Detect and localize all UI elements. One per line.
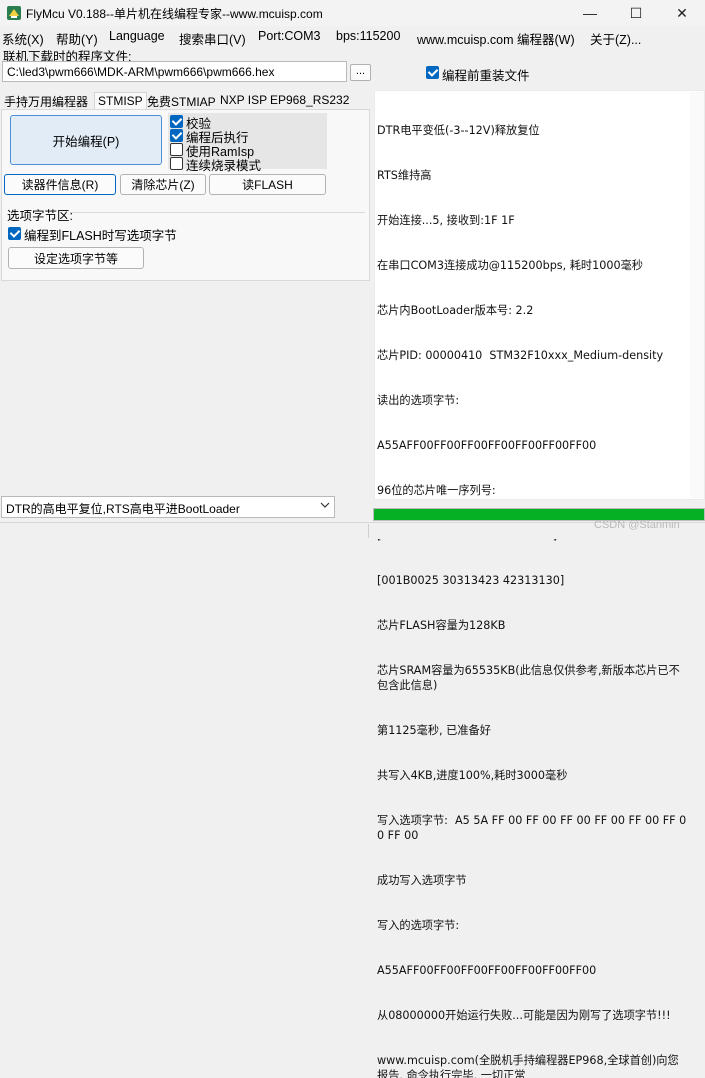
dtr-rts-mode-select[interactable]: DTR的高电平复位,RTS高电平进BootLoader <box>1 496 335 518</box>
menu-language[interactable]: Language <box>109 29 165 43</box>
menu-search-port[interactable]: 搜索串口(V) <box>179 29 246 48</box>
run-after-program-checkbox[interactable] <box>170 129 183 142</box>
log-line: 芯片FLASH容量为128KB <box>377 619 506 632</box>
log-text: DTR电平变低(-3--12V)释放复位 RTS维持高 开始连接...5, 接收… <box>377 93 687 1078</box>
use-ramisp-checkbox[interactable] <box>170 143 183 156</box>
log-line: 共写入4KB,进度100%,耗时3000毫秒 <box>377 769 568 782</box>
log-scrollbar[interactable] <box>690 92 704 498</box>
tab-nxp-isp[interactable]: NXP ISP <box>217 93 270 109</box>
browse-file-button[interactable]: ... <box>350 64 371 81</box>
write-option-bytes-label: 编程到FLASH时写选项字节 <box>24 229 177 243</box>
menu-programmer[interactable]: www.mcuisp.com 编程器(W) <box>417 29 575 48</box>
menu-bps[interactable]: bps:115200 <box>336 29 400 43</box>
log-line: [001B0025 30313423 42313130] <box>377 574 565 587</box>
set-option-bytes-button[interactable]: 设定选项字节等 <box>8 247 144 269</box>
window-title: FlyMcu V0.188--单片机在线编程专家--www.mcuisp.com <box>26 7 323 21</box>
log-line: 写入选项字节: A5 5A FF 00 FF 00 FF 00 FF 00 FF… <box>377 814 687 842</box>
read-flash-button[interactable]: 读FLASH <box>209 174 326 195</box>
log-line: 读出的选项字节: <box>377 394 460 407</box>
group-divider <box>70 212 365 213</box>
log-line: 写入的选项字节: <box>377 919 460 932</box>
continuous-burn-label: 连续烧录模式 <box>186 159 262 173</box>
reload-before-program-checkbox[interactable] <box>426 66 439 79</box>
log-line: www.mcuisp.com(全脱机手持编程器EP968,全球首创)向您报告, … <box>377 1054 679 1078</box>
read-device-info-button[interactable]: 读器件信息(R) <box>4 174 116 195</box>
maximize-button[interactable]: ☐ <box>613 0 659 26</box>
tab-ep968-rs232[interactable]: EP968_RS232 <box>267 93 352 109</box>
close-button[interactable]: ✕ <box>659 0 705 26</box>
log-line: 芯片内BootLoader版本号: 2.2 <box>377 304 534 317</box>
program-file-path-input[interactable]: C:\led3\pwm666\MDK-ARM\pwm666\pwm666.hex <box>2 61 347 82</box>
log-line: 成功写入选项字节 <box>377 874 467 887</box>
log-line: 第1125毫秒, 已准备好 <box>377 724 491 737</box>
watermark: CSDN @Stanmin <box>594 519 680 531</box>
option-bytes-group-label: 选项字节区: <box>7 209 73 223</box>
log-line: A55AFF00FF00FF00FF00FF00FF00FF00 <box>377 964 597 977</box>
reload-before-program-label: 编程前重装文件 <box>442 69 530 83</box>
log-line: 芯片SRAM容量为65535KB(此信息仅供参考,新版本芯片已不包含此信息) <box>377 664 680 692</box>
log-line: 从08000000开始运行失败...可能是因为刚写了选项字节!!! <box>377 1009 671 1022</box>
continuous-burn-checkbox[interactable] <box>170 157 183 170</box>
tab-handheld-programmer[interactable]: 手持万用编程器 <box>1 93 91 109</box>
start-program-button[interactable]: 开始编程(P) <box>10 115 162 165</box>
log-line: 96位的芯片唯一序列号: <box>377 484 496 497</box>
menu-port[interactable]: Port:COM3 <box>258 29 321 43</box>
log-line: RTS维持高 <box>377 169 432 182</box>
flymcu-app-icon <box>7 6 21 20</box>
minimize-button[interactable]: — <box>567 0 613 26</box>
tab-free-stmiap[interactable]: 免费STMIAP <box>144 93 219 109</box>
verify-checkbox[interactable] <box>170 115 183 128</box>
menu-about[interactable]: 关于(Z)... <box>590 29 641 48</box>
erase-chip-button[interactable]: 清除芯片(Z) <box>120 174 206 195</box>
log-line: DTR电平变低(-3--12V)释放复位 <box>377 124 540 137</box>
write-option-bytes-checkbox[interactable] <box>8 227 21 240</box>
status-divider <box>368 524 369 538</box>
log-line: 芯片PID: 00000410 STM32F10xxx_Medium-densi… <box>377 349 664 362</box>
log-line: 在串口COM3连接成功@115200bps, 耗时1000毫秒 <box>377 259 643 272</box>
log-line: A55AFF00FF00FF00FF00FF00FF00FF00 <box>377 439 597 452</box>
log-line: 开始连接...5, 接收到:1F 1F <box>377 214 515 227</box>
chevron-down-icon <box>320 502 330 508</box>
